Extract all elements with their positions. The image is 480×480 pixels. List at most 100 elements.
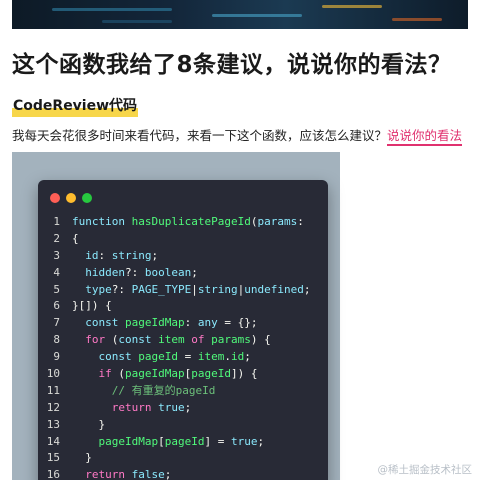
code-token: | [191,282,198,296]
code-line: 4 hidden?: boolean; [38,264,328,281]
code-token: [ [158,434,165,448]
code-line: 12 return true; [38,399,328,416]
line-number: 16 [46,468,60,480]
code-token: for [72,333,112,347]
code-token: } [72,417,106,431]
code-token: pageIdMap [124,316,185,330]
line-number: 11 [46,383,60,397]
code-token: true [230,434,258,448]
code-token: item [197,350,225,364]
code-token: of [191,333,212,347]
code-line: 16 return false; [38,466,328,480]
code-token: PAGE_TYPE [131,282,192,296]
line-number: 14 [46,434,60,448]
code-token: params [211,333,251,347]
code-token: true [158,400,185,414]
intro-text: 我每天会花很多时间来看代码，来看一下这个函数，应该怎么建议？ [12,128,388,143]
line-number: 4 [53,265,60,279]
minimize-dot-icon [66,193,76,203]
line-number: 2 [53,231,60,245]
code-token: // 有重复的pageId [72,384,216,398]
code-token: item [158,333,192,347]
code-line: 6 }[]) { [38,297,328,314]
line-number: 10 [46,366,60,380]
code-token: ( [111,333,119,347]
code-token: ) { [250,333,271,347]
code-token: ; [303,282,311,296]
code-token: undefined [244,282,304,296]
maximize-dot-icon [82,193,92,203]
code-screenshot: 1 function hasDuplicatePageId(params:2{3 … [12,152,340,480]
code-line: 7 const pageIdMap: any = {}; [38,314,328,331]
code-line: 15 } [38,449,328,466]
code-token: } [72,451,92,465]
code-block: 1 function hasDuplicatePageId(params:2{3 … [38,213,328,480]
code-token: boolean [144,265,192,279]
code-token: ; [191,265,198,279]
code-token: ?: [111,282,132,296]
code-token: return [72,468,132,480]
code-token: [ [184,366,192,380]
code-line: 3 id: string; [38,247,328,264]
code-token: hidden [72,265,125,279]
line-number: 15 [46,451,60,465]
code-line: 8 for (const item of params) { [38,331,328,348]
code-token: pageIdMap [124,366,185,380]
watermark: @稀土掘金技术社区 [377,464,473,476]
line-number: 5 [53,282,60,296]
code-token: const [72,316,125,330]
code-token: ; [184,400,192,414]
code-line: 11 // 有重复的pageId [38,382,328,399]
code-token: . [224,350,231,364]
code-window: 1 function hasDuplicatePageId(params:2{3 … [38,180,328,480]
code-token: return [72,400,159,414]
code-line: 1 function hasDuplicatePageId(params: [38,213,328,230]
line-number: 9 [53,350,60,364]
window-controls [50,193,92,203]
category-tag: CodeReview代码 [12,95,139,117]
code-token: hasDuplicatePageId [131,214,251,228]
line-number: 7 [53,316,60,330]
code-token: { [72,231,79,245]
code-line: 14 pageIdMap[pageId] = true; [38,433,328,450]
code-token: }[]) { [72,299,112,313]
code-token: ( [118,366,125,380]
line-number: 12 [46,400,60,414]
code-token: ] = [204,434,231,448]
article-intro: 我每天会花很多时间来看代码，来看一下这个函数，应该怎么建议？说说你的看法 [12,126,472,146]
code-token: pageIdMap [72,434,159,448]
code-token: params [257,214,298,228]
code-line: 10 if (pageIdMap[pageId]) { [38,365,328,382]
close-dot-icon [50,193,60,203]
code-token: | [237,282,245,296]
code-token: any [197,316,218,330]
line-number: 8 [53,333,60,347]
line-number: 1 [53,214,60,228]
code-line: 9 const pageId = item. id; [38,348,328,365]
code-token: ]) { [230,366,258,380]
code-token: function [72,214,132,228]
line-number: 6 [53,299,60,313]
article-title: 这个函数我给了8条建议，说说你的看法？ [12,52,452,78]
code-token: ?: [124,265,145,279]
code-token: ; [151,248,159,262]
code-token: ; [164,468,172,480]
code-token: = {}; [217,316,258,330]
code-token: type [72,282,112,296]
code-token: string [197,282,238,296]
code-token: = [177,350,198,364]
code-line: 5 type?: PAGE_TYPE | string | undefined; [38,281,328,298]
code-token: ; [257,434,265,448]
header-banner-image [12,0,468,29]
code-token: pageId [191,366,231,380]
code-token: ( [250,214,258,228]
code-token: false [131,468,165,480]
line-number: 3 [53,248,60,262]
code-token: : [98,248,112,262]
code-token: id [72,248,99,262]
code-line: 13 } [38,416,328,433]
code-token: ; [244,350,251,364]
discuss-link[interactable]: 说说你的看法 [387,128,463,146]
code-token: const [72,350,139,364]
code-token: : [184,316,198,330]
